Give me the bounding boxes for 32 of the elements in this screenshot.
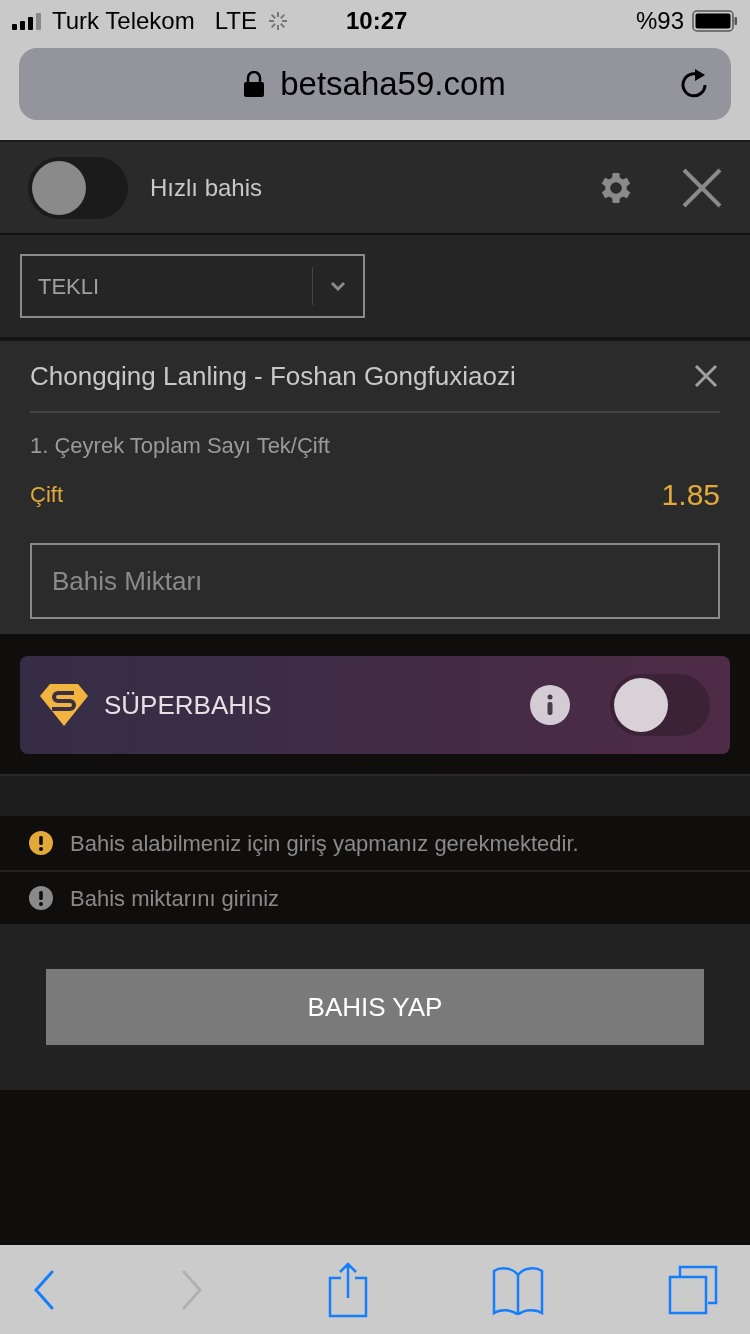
warning-icon (29, 831, 53, 855)
lock-icon (244, 71, 265, 97)
activity-spinner-icon (266, 10, 289, 32)
stake-input[interactable]: Bahis Miktarı (30, 543, 720, 619)
superbahis-label: SÜPERBAHIS (104, 688, 272, 722)
network-type: LTE (214, 6, 257, 36)
pick-name: Çift (30, 481, 63, 509)
carrier-name: Turk Telekom (52, 6, 195, 36)
battery-percent: %93 (635, 6, 684, 36)
bookmarks-icon[interactable] (492, 1264, 544, 1315)
battery-icon (692, 10, 738, 32)
superbahis-logo-icon (40, 684, 88, 726)
odds-value: 1.85 (661, 477, 720, 513)
url-text: betsaha59.com (280, 64, 506, 105)
alert-icon (29, 886, 53, 910)
address-bar[interactable]: betsaha59.com (19, 48, 731, 120)
info-icon[interactable] (530, 685, 570, 725)
place-bet-button[interactable]: BAHIS YAP (46, 969, 704, 1045)
close-icon[interactable] (682, 167, 722, 208)
signal-icon (12, 12, 44, 30)
share-icon[interactable] (328, 1261, 368, 1318)
back-icon[interactable] (32, 1269, 56, 1310)
quick-bet-label: Hızlı bahis (150, 172, 263, 203)
clock: 10:27 (346, 6, 408, 36)
match-title: Chongqing Lanling - Foshan Gongfuxiaozi (30, 359, 516, 393)
market-name: 1. Çeyrek Toplam Sayı Tek/Çift (30, 432, 331, 460)
message-text: Bahis miktarını giriniz (70, 884, 280, 913)
chevron-down-icon (330, 281, 346, 291)
tabs-icon[interactable] (668, 1264, 718, 1315)
remove-selection-icon[interactable] (694, 364, 718, 388)
bet-type-select[interactable]: TEKLI (20, 254, 365, 318)
message-text: Bahis alabilmeniz için giriş yapmanız gerekmektedir. (70, 829, 579, 858)
